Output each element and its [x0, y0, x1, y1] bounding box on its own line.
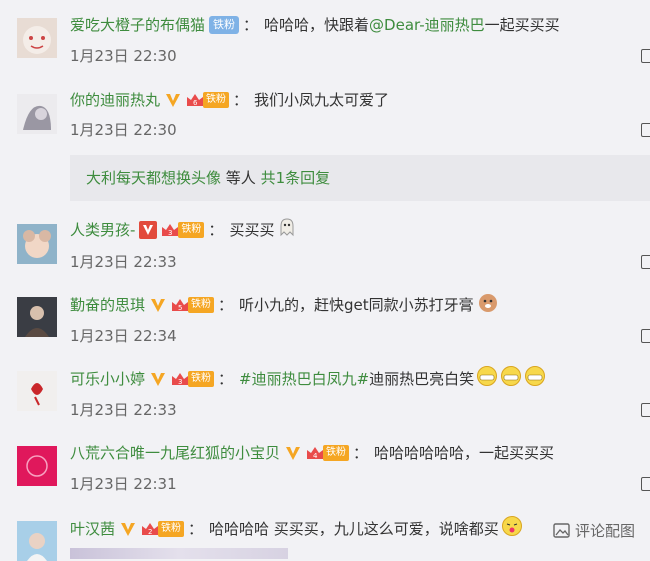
- username[interactable]: 八荒六合唯一九尾红狐的小宝贝: [70, 441, 280, 465]
- comment-text: 哈哈哈哈哈哈，一起买买买: [374, 444, 555, 462]
- shy-emoji-icon: [501, 515, 523, 544]
- timestamp: 1月23日 22:30: [70, 121, 177, 139]
- colon: ：: [243, 16, 259, 34]
- avatar[interactable]: [17, 224, 57, 264]
- comment-item: 勤奋的思琪 5 铁粉 ： 听小九的，赶快get同款小苏打牙膏 1月23日 22:…: [0, 283, 650, 357]
- svg-text:3: 3: [178, 378, 182, 386]
- vip-v-icon: [284, 444, 302, 462]
- more-menu-icon[interactable]: [641, 49, 650, 63]
- vip-v-icon: [119, 520, 137, 538]
- colon: ：: [218, 296, 234, 314]
- avatar[interactable]: [17, 521, 57, 561]
- username[interactable]: 叶汉茜: [70, 517, 115, 541]
- colon: ：: [353, 444, 369, 462]
- comment-item: 你的迪丽热丸 6 铁粉 ： 我们小凤九太可爱了 1月23日 22:30: [0, 80, 650, 155]
- topic-hashtag-link[interactable]: #迪丽热巴白凤九#: [239, 367, 369, 391]
- more-menu-icon[interactable]: [641, 329, 650, 343]
- doge-emoji-icon: [477, 291, 499, 320]
- vip-v-icon: [164, 91, 182, 109]
- fan-badge[interactable]: 铁粉: [209, 16, 240, 34]
- username[interactable]: 勤奋的思琪: [70, 293, 145, 317]
- timestamp: 1月23日 22:31: [70, 475, 177, 493]
- colon: ：: [218, 370, 234, 388]
- timestamp: 1月23日 22:33: [70, 401, 177, 419]
- vip-v-red-icon: [139, 221, 158, 239]
- comment-text: 哈哈哈，快跟着: [264, 16, 370, 34]
- colon: ：: [188, 520, 204, 538]
- crown-icon: 3: [170, 370, 190, 388]
- reply-middle: 等人: [221, 169, 261, 187]
- fan-badge[interactable]: 4 铁粉: [305, 444, 350, 462]
- comment-image-thumbnail[interactable]: [70, 548, 288, 559]
- vip-v-icon: [149, 370, 167, 388]
- avatar[interactable]: [17, 297, 57, 337]
- avatar[interactable]: [17, 18, 57, 58]
- more-menu-icon[interactable]: [641, 255, 650, 269]
- more-menu-icon[interactable]: [641, 477, 650, 491]
- fan-badge[interactable]: 5 铁粉: [170, 296, 215, 314]
- comment-image-link[interactable]: 评论配图: [553, 521, 635, 541]
- avatar[interactable]: [17, 94, 57, 134]
- fan-badge[interactable]: 3 铁粉: [170, 370, 215, 388]
- crown-icon: 5: [170, 296, 190, 314]
- svg-text:4: 4: [313, 452, 318, 460]
- avatar[interactable]: [17, 446, 57, 486]
- timestamp: 1月23日 22:33: [70, 253, 177, 271]
- ghost-emoji-icon: [277, 217, 297, 244]
- comment-text: 买买买: [229, 221, 275, 239]
- comment-item: 人类男孩- 3 铁粉 ： 买买买 1月23日 22:33: [0, 210, 650, 282]
- username[interactable]: 人类男孩-: [70, 218, 135, 242]
- more-menu-icon[interactable]: [641, 403, 650, 417]
- crown-icon: 3: [160, 221, 180, 239]
- comment-text: 我们小凤九太可爱了: [254, 91, 390, 109]
- more-menu-icon[interactable]: [641, 123, 650, 137]
- comment-item: 可乐小小婷 3 铁粉 ： #迪丽热巴白凤九# 迪丽热巴亮白笑 1月23日 22:…: [0, 357, 650, 432]
- reply-user[interactable]: 大利每天都想换头像: [86, 169, 221, 187]
- colon: ：: [233, 91, 249, 109]
- svg-text:2: 2: [148, 528, 152, 536]
- avatar[interactable]: [17, 371, 57, 411]
- crown-icon: 2: [140, 520, 160, 538]
- svg-text:6: 6: [193, 99, 198, 107]
- fan-badge[interactable]: 3 铁粉: [160, 221, 205, 239]
- svg-text:5: 5: [178, 304, 182, 312]
- timestamp: 1月23日 22:30: [70, 47, 177, 65]
- reply-summary[interactable]: 大利每天都想换头像 等人 共1条回复: [70, 155, 650, 201]
- fan-badge[interactable]: 2 铁粉: [140, 520, 185, 538]
- comment-text-tail: 一起买买买: [484, 16, 560, 34]
- username[interactable]: 可乐小小婷: [70, 367, 145, 391]
- crown-icon: 4: [305, 444, 325, 462]
- image-icon: [553, 523, 570, 538]
- fan-badge[interactable]: 6 铁粉: [185, 91, 230, 109]
- reply-count-link[interactable]: 共1条回复: [261, 169, 331, 187]
- comment-item: 八荒六合唯一九尾红狐的小宝贝 4 铁粉 ： 哈哈哈哈哈哈，一起买买买 1月23日…: [0, 432, 650, 507]
- crown-icon: 6: [185, 91, 205, 109]
- comment-text: 听小九的，赶快get同款小苏打牙膏: [239, 296, 474, 314]
- grin-emoji-icon: [476, 365, 548, 394]
- username[interactable]: 你的迪丽热丸: [70, 88, 160, 112]
- comment-item: 爱吃大橙子的布偶猫 铁粉 ： 哈哈哈，快跟着 @Dear-迪丽热巴 一起买买买 …: [0, 0, 650, 80]
- comment-text: 迪丽热巴亮白笑: [369, 370, 475, 388]
- timestamp: 1月23日 22:34: [70, 327, 177, 345]
- username[interactable]: 爱吃大橙子的布偶猫: [70, 13, 205, 37]
- vip-v-icon: [149, 296, 167, 314]
- svg-text:3: 3: [168, 229, 172, 237]
- mention-link[interactable]: @Dear-迪丽热巴: [369, 13, 485, 37]
- colon: ：: [208, 221, 224, 239]
- comment-text: 哈哈哈哈 买买买，九儿这么可爱，说啥都买: [209, 520, 499, 538]
